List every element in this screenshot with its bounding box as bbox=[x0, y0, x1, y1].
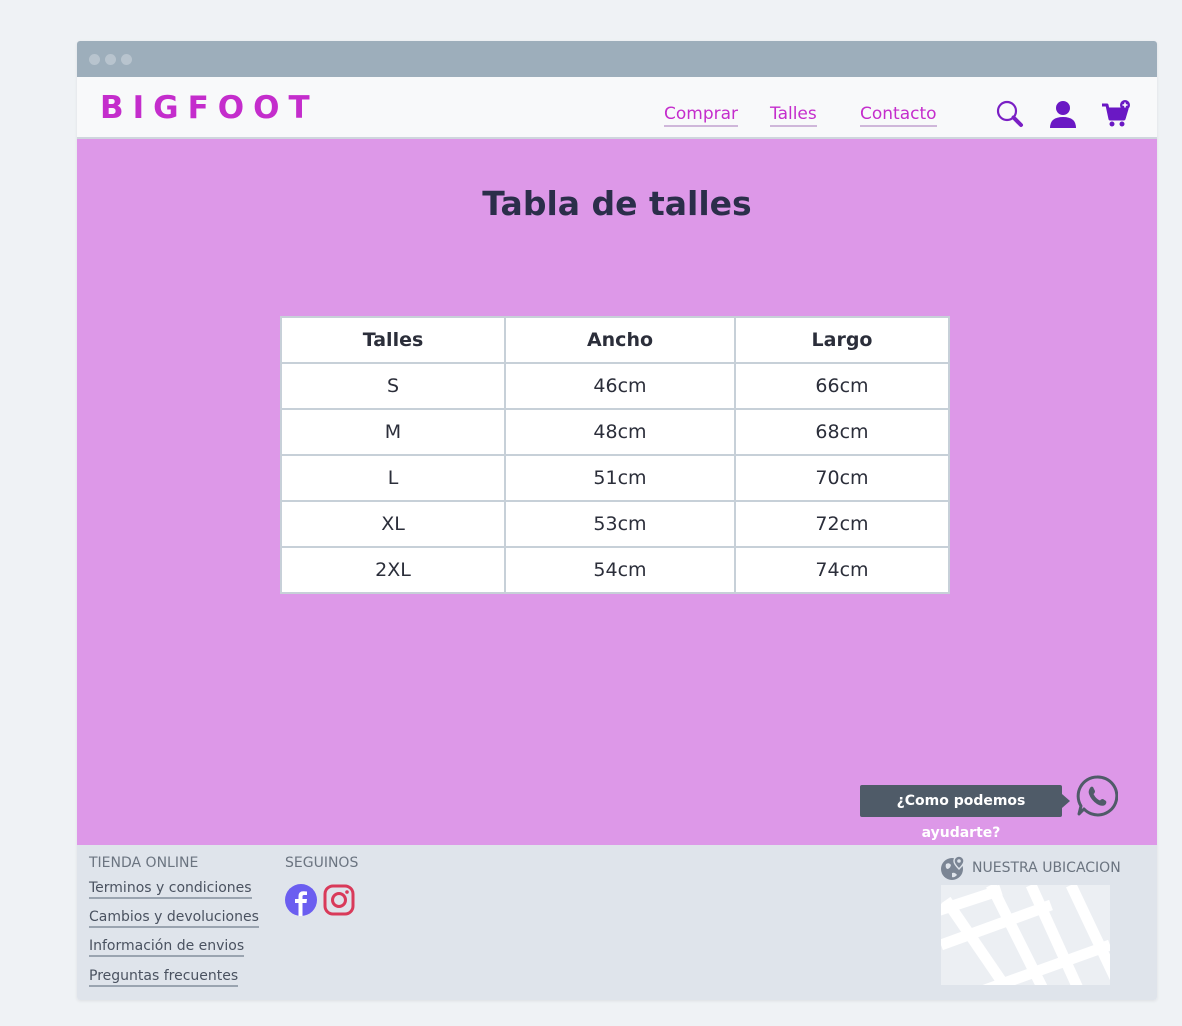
table-cell: 46cm bbox=[504, 362, 736, 410]
table-cell: 48cm bbox=[504, 408, 736, 456]
table-cell: 2XL bbox=[280, 546, 506, 594]
column-header-ancho: Ancho bbox=[504, 316, 736, 364]
table-row: 2XL 54cm 74cm bbox=[280, 546, 950, 594]
table-cell: M bbox=[280, 408, 506, 456]
table-cell: XL bbox=[280, 500, 506, 548]
table-cell: S bbox=[280, 362, 506, 410]
footer-heading-ubicacion: NUESTRA UBICACION bbox=[972, 860, 1121, 876]
footer-link-cambios[interactable]: Cambios y devoluciones bbox=[89, 909, 259, 928]
user-icon[interactable] bbox=[1048, 99, 1078, 129]
location-map[interactable] bbox=[941, 885, 1110, 985]
table-cell: 66cm bbox=[734, 362, 950, 410]
page-title: Tabla de talles bbox=[482, 184, 752, 223]
window-dot bbox=[105, 54, 116, 65]
table-row: XL 53cm 72cm bbox=[280, 500, 950, 548]
table-cell: 70cm bbox=[734, 454, 950, 502]
help-chat-bubble[interactable]: ¿Como podemos ayudarte? bbox=[860, 785, 1070, 841]
main-content: Tabla de talles Talles Ancho Largo S 46c… bbox=[77, 139, 1157, 845]
table-header-row: Talles Ancho Largo bbox=[280, 316, 950, 364]
whatsapp-icon[interactable] bbox=[1076, 775, 1118, 817]
table-cell: L bbox=[280, 454, 506, 502]
table-cell: 72cm bbox=[734, 500, 950, 548]
globe-location-icon bbox=[941, 855, 965, 880]
table-cell: 74cm bbox=[734, 546, 950, 594]
size-table: Talles Ancho Largo S 46cm 66cm M 48cm 68… bbox=[280, 316, 950, 594]
footer-link-terminos[interactable]: Terminos y condiciones bbox=[89, 880, 252, 899]
table-cell: 51cm bbox=[504, 454, 736, 502]
nav-link-contacto[interactable]: Contacto bbox=[860, 104, 937, 127]
column-header-largo: Largo bbox=[734, 316, 950, 364]
search-icon[interactable] bbox=[995, 99, 1025, 129]
top-navbar: BIGFOOT Comprar Talles Contacto bbox=[77, 77, 1157, 139]
instagram-icon[interactable] bbox=[323, 884, 355, 916]
site-footer: TIENDA ONLINE Terminos y condiciones Cam… bbox=[77, 845, 1157, 1000]
window-titlebar bbox=[77, 41, 1157, 77]
nav-link-talles[interactable]: Talles bbox=[770, 104, 817, 127]
table-cell: 68cm bbox=[734, 408, 950, 456]
facebook-icon[interactable] bbox=[285, 884, 317, 916]
footer-heading-seguinos: SEGUINOS bbox=[285, 855, 359, 871]
table-cell: 54cm bbox=[504, 546, 736, 594]
window-dot bbox=[89, 54, 100, 65]
table-row: L 51cm 70cm bbox=[280, 454, 950, 502]
footer-link-envios[interactable]: Información de envios bbox=[89, 938, 245, 957]
cart-add-icon[interactable] bbox=[1101, 99, 1131, 129]
table-cell: 53cm bbox=[504, 500, 736, 548]
table-row: S 46cm 66cm bbox=[280, 362, 950, 410]
column-header-talles: Talles bbox=[280, 316, 506, 364]
browser-window: BIGFOOT Comprar Talles Contacto Tabla de… bbox=[77, 41, 1157, 1000]
footer-heading-tienda: TIENDA ONLINE bbox=[89, 855, 199, 871]
window-dot bbox=[121, 54, 132, 65]
footer-link-preguntas[interactable]: Preguntas frecuentes bbox=[89, 968, 239, 987]
nav-link-comprar[interactable]: Comprar bbox=[664, 104, 739, 127]
brand-logo[interactable]: BIGFOOT bbox=[100, 90, 319, 126]
table-row: M 48cm 68cm bbox=[280, 408, 950, 456]
